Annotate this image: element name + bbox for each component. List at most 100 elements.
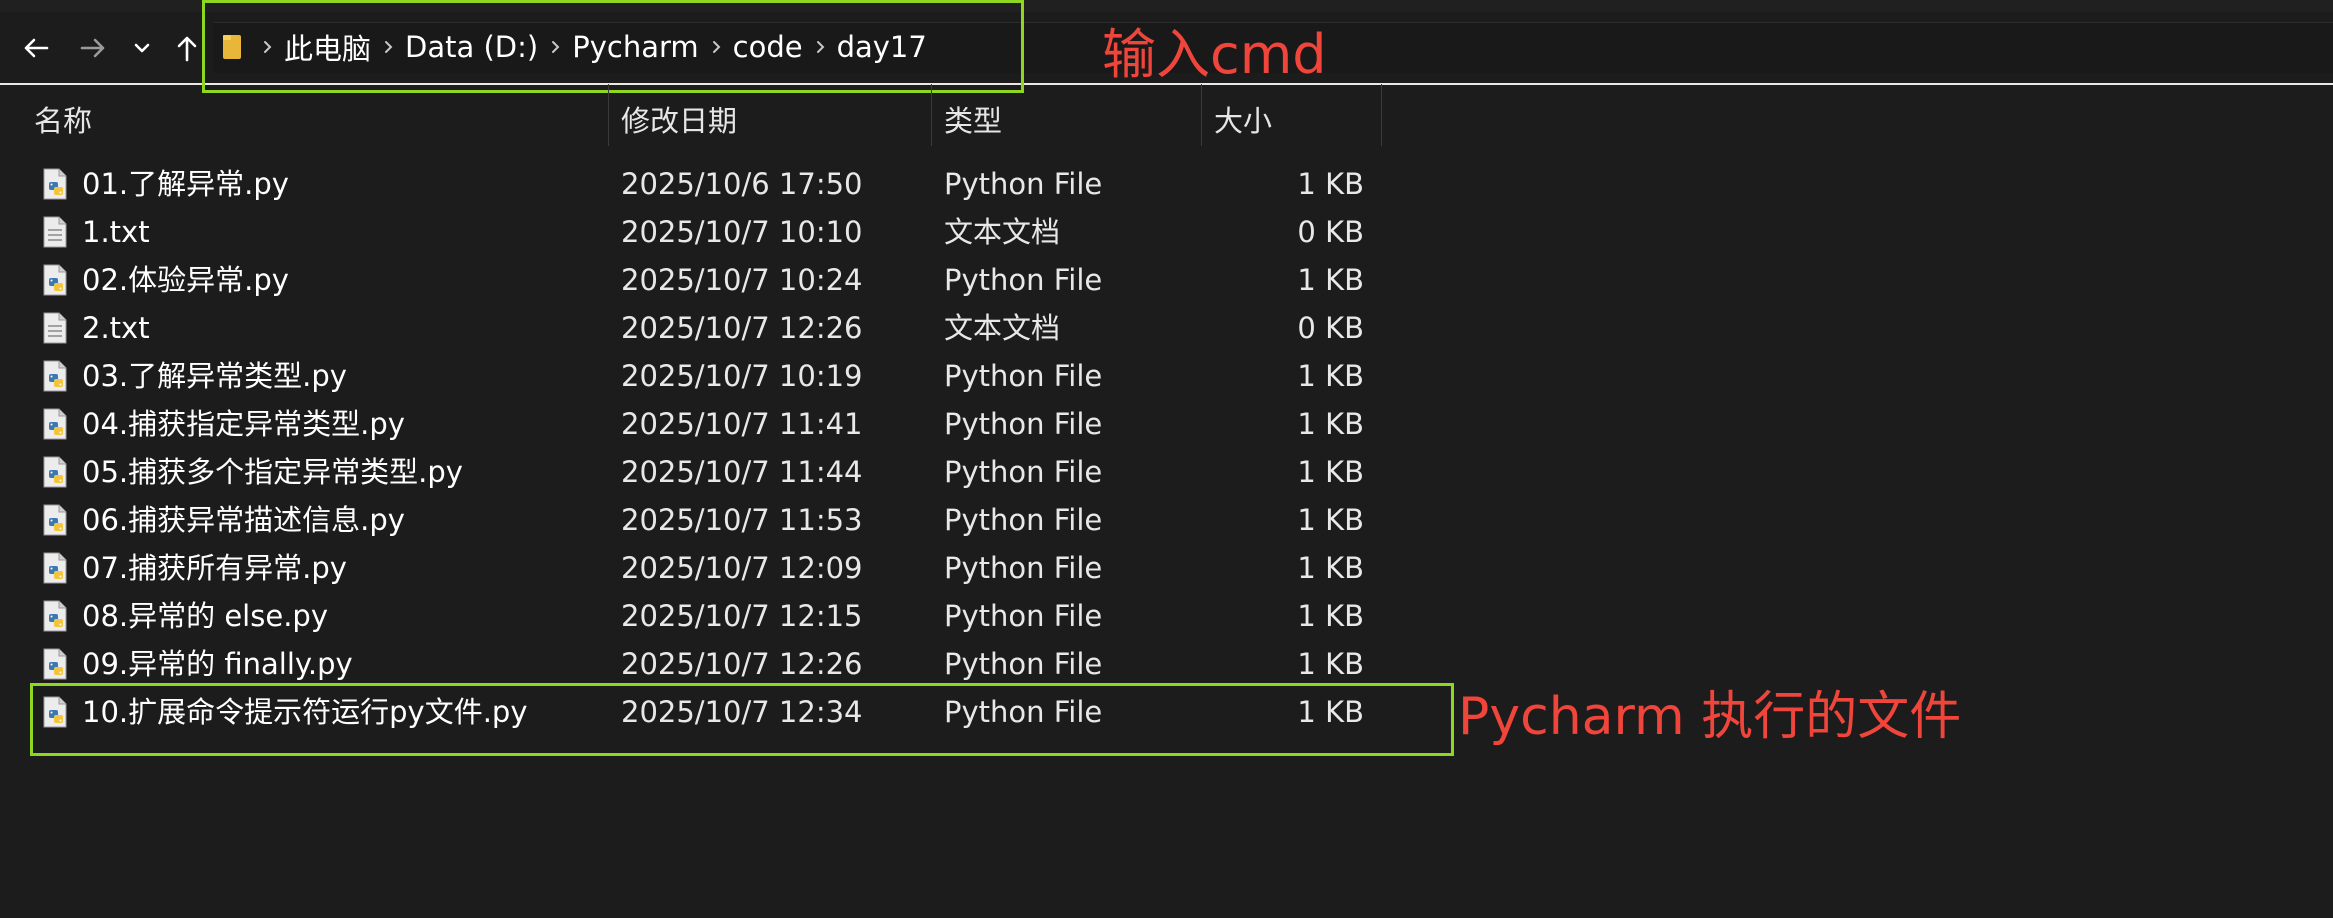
file-annotation: Pycharm 执行的文件	[1458, 687, 1962, 747]
file-type: Python File	[944, 167, 1103, 201]
file-name[interactable]: 2.txt	[82, 304, 150, 352]
arrow-right-icon	[80, 38, 105, 58]
file-type: Python File	[944, 263, 1103, 297]
python-file-icon	[42, 360, 68, 392]
text-file-icon	[42, 312, 68, 344]
file-modified-date: 2025/10/7 12:26	[621, 311, 863, 345]
file-row[interactable]: 03.了解异常类型.py 2025/10/7 10:19 Python File 1 …	[30, 352, 1390, 400]
file-name[interactable]: 07.捕获所有异常.py	[82, 544, 347, 592]
file-row[interactable]: 10.扩展命令提示符运行py文件.py 2025/10/7 12:34 Python…	[30, 688, 1390, 736]
file-modified-date: 2025/10/7 11:44	[621, 455, 863, 489]
file-row[interactable]: 01.了解异常.py 2025/10/6 17:50 Python File 1 KB	[30, 160, 1390, 208]
file-type: Python File	[944, 647, 1103, 681]
chevron-right-icon[interactable]	[803, 25, 837, 69]
column-divider[interactable]	[931, 84, 932, 146]
forward-button[interactable]	[73, 28, 113, 68]
file-size: 1 KB	[1297, 599, 1364, 633]
file-type: Python File	[944, 359, 1103, 393]
file-row[interactable]: 08.异常的 else.py 2025/10/7 12:15 Python File…	[30, 592, 1390, 640]
python-file-icon	[42, 456, 68, 488]
chevron-right-icon[interactable]	[371, 25, 405, 69]
column-header-type[interactable]: 类型	[944, 94, 1002, 144]
recent-locations-button[interactable]	[122, 28, 162, 68]
back-button[interactable]	[16, 28, 56, 68]
file-row[interactable]: 07.捕获所有异常.py 2025/10/7 12:09 Python File 1 …	[30, 544, 1390, 592]
file-type: 文本文档	[944, 311, 1061, 345]
arrow-left-icon	[24, 38, 49, 58]
up-button[interactable]	[167, 28, 207, 68]
file-size: 1 KB	[1297, 263, 1364, 297]
column-header-name[interactable]: 名称	[34, 94, 92, 144]
breadcrumb-item-day17[interactable]: day17	[837, 30, 927, 64]
file-name[interactable]: 1.txt	[82, 208, 150, 256]
text-file-icon	[42, 216, 68, 248]
file-modified-date: 2025/10/7 12:15	[621, 599, 863, 633]
file-row[interactable]: 2.txt 2025/10/7 12:26 文本文档 0 KB	[30, 304, 1390, 352]
file-row[interactable]: 02.体验异常.py 2025/10/7 10:24 Python File 1 KB	[30, 256, 1390, 304]
python-file-icon	[42, 168, 68, 200]
file-name[interactable]: 01.了解异常.py	[82, 160, 289, 208]
file-type: Python File	[944, 599, 1103, 633]
file-row[interactable]: 09.异常的 finally.py 2025/10/7 12:26 Python F…	[30, 640, 1390, 688]
python-file-icon	[42, 648, 68, 680]
column-divider[interactable]	[608, 84, 609, 146]
file-size: 1 KB	[1297, 647, 1364, 681]
arrow-up-icon	[177, 36, 197, 62]
file-size: 1 KB	[1297, 359, 1364, 393]
chevron-right-icon[interactable]	[538, 25, 572, 69]
file-type: Python File	[944, 551, 1103, 585]
file-modified-date: 2025/10/7 10:10	[621, 215, 863, 249]
python-file-icon	[42, 696, 68, 728]
chevron-down-icon	[134, 43, 150, 53]
breadcrumb-item-pycharm[interactable]: Pycharm	[572, 30, 698, 64]
chevron-right-icon[interactable]	[699, 25, 733, 69]
file-name[interactable]: 09.异常的 finally.py	[82, 640, 353, 688]
python-file-icon	[42, 504, 68, 536]
file-row[interactable]: 05.捕获多个指定异常类型.py 2025/10/7 11:44 Python Fi…	[30, 448, 1390, 496]
folder-icon[interactable]	[222, 25, 250, 69]
file-type: Python File	[944, 503, 1103, 537]
file-modified-date: 2025/10/7 11:41	[621, 407, 863, 441]
file-row[interactable]: 1.txt 2025/10/7 10:10 文本文档 0 KB	[30, 208, 1390, 256]
file-modified-date: 2025/10/6 17:50	[621, 167, 863, 201]
file-type: Python File	[944, 455, 1103, 489]
breadcrumb: 此电脑 Data (D:) Pycharm code day17	[222, 25, 927, 69]
file-type: Python File	[944, 695, 1103, 729]
python-file-icon	[42, 264, 68, 296]
breadcrumb-item-code[interactable]: code	[733, 30, 803, 64]
file-name[interactable]: 04.捕获指定异常类型.py	[82, 400, 405, 448]
file-modified-date: 2025/10/7 12:26	[621, 647, 863, 681]
file-size: 1 KB	[1297, 695, 1364, 729]
file-row[interactable]: 06.捕获异常描述信息.py 2025/10/7 11:53 Python File…	[30, 496, 1390, 544]
chevron-right-icon[interactable]	[250, 25, 284, 69]
file-name[interactable]: 08.异常的 else.py	[82, 592, 328, 640]
file-size: 1 KB	[1297, 551, 1364, 585]
address-annotation: 输入cmd	[1102, 23, 1327, 86]
file-size: 1 KB	[1297, 407, 1364, 441]
file-name[interactable]: 10.扩展命令提示符运行py文件.py	[82, 688, 527, 736]
column-header-modified[interactable]: 修改日期	[621, 94, 737, 144]
file-modified-date: 2025/10/7 12:09	[621, 551, 863, 585]
file-type: Python File	[944, 407, 1103, 441]
file-name[interactable]: 03.了解异常类型.py	[82, 352, 347, 400]
file-size: 0 KB	[1297, 215, 1364, 249]
column-divider[interactable]	[1381, 84, 1382, 146]
python-file-icon	[42, 552, 68, 584]
file-row[interactable]: 04.捕获指定异常类型.py 2025/10/7 11:41 Python File…	[30, 400, 1390, 448]
column-header-size[interactable]: 大小	[1214, 94, 1272, 144]
breadcrumb-item-drive[interactable]: Data (D:)	[405, 30, 538, 64]
file-name[interactable]: 05.捕获多个指定异常类型.py	[82, 448, 463, 496]
file-size: 1 KB	[1297, 167, 1364, 201]
file-modified-date: 2025/10/7 10:24	[621, 263, 863, 297]
file-name[interactable]: 02.体验异常.py	[82, 256, 289, 304]
file-size: 0 KB	[1297, 311, 1364, 345]
breadcrumb-item-this-pc[interactable]: 此电脑	[284, 26, 371, 68]
file-name[interactable]: 06.捕获异常描述信息.py	[82, 496, 405, 544]
file-modified-date: 2025/10/7 11:53	[621, 503, 863, 537]
file-modified-date: 2025/10/7 12:34	[621, 695, 863, 729]
file-size: 1 KB	[1297, 455, 1364, 489]
column-divider[interactable]	[1201, 84, 1202, 146]
python-file-icon	[42, 408, 68, 440]
file-size: 1 KB	[1297, 503, 1364, 537]
file-modified-date: 2025/10/7 10:19	[621, 359, 863, 393]
